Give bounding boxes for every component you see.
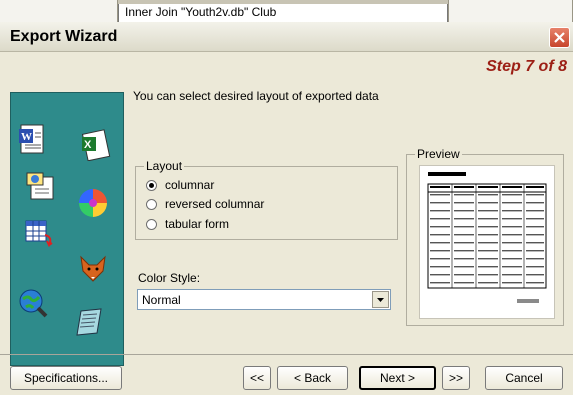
radio-button[interactable]: [146, 198, 157, 210]
radio-columnar[interactable]: columnar: [146, 177, 214, 193]
html-icon: [25, 171, 57, 203]
button-separator: [0, 354, 573, 355]
color-style-select[interactable]: Normal: [137, 289, 391, 310]
radio-button[interactable]: [146, 179, 157, 191]
chevron-down-icon: [377, 298, 384, 302]
layout-group: Layout columnar reversed columnar tabula…: [135, 159, 398, 240]
table-export-icon: [23, 217, 55, 249]
radio-label: columnar: [165, 178, 215, 192]
cancel-button[interactable]: Cancel: [485, 366, 563, 390]
radio-label: tabular form: [165, 217, 230, 231]
fox-icon: [77, 253, 109, 285]
search-globe-icon: [17, 287, 49, 319]
back-button[interactable]: < Back: [277, 366, 348, 390]
radio-tabular-form[interactable]: tabular form: [146, 216, 229, 232]
background-app: Inner Join "Youth2v.db" Club: [0, 0, 573, 26]
dropdown-button[interactable]: [372, 291, 389, 308]
first-step-button[interactable]: <<: [243, 366, 271, 390]
preview-group: Preview: [406, 147, 564, 326]
word-icon: W: [17, 123, 49, 155]
excel-icon: X: [79, 129, 111, 162]
notepad-icon: [73, 305, 105, 337]
next-button[interactable]: Next >: [359, 366, 436, 390]
background-cell: [0, 0, 118, 22]
background-cell: [448, 0, 573, 22]
window-title: Export Wizard: [10, 28, 118, 45]
radio-button[interactable]: [146, 218, 157, 230]
preview-table-graphic: [427, 172, 547, 303]
last-step-button[interactable]: >>: [442, 366, 470, 390]
layout-legend: Layout: [144, 159, 185, 173]
radio-reversed-columnar[interactable]: reversed columnar: [146, 196, 264, 212]
palette-icon: [77, 187, 109, 219]
close-icon: [554, 32, 565, 43]
specifications-button[interactable]: Specifications...: [10, 366, 122, 390]
title-bar: Export Wizard: [0, 22, 573, 52]
color-style-label: Color Style:: [138, 271, 201, 285]
close-button[interactable]: [549, 27, 570, 48]
preview-legend: Preview: [415, 147, 462, 161]
radio-label: reversed columnar: [165, 197, 265, 211]
step-indicator: Step 7 of 8: [486, 58, 567, 75]
sidebar-graphic: W X: [10, 92, 124, 366]
svg-text:W: W: [21, 131, 32, 143]
color-style-value: Normal: [142, 293, 181, 307]
preview-image: [419, 165, 555, 319]
intro-text: You can select desired layout of exporte…: [133, 89, 379, 103]
svg-text:X: X: [84, 139, 92, 151]
wizard-header: Step 7 of 8: [0, 52, 573, 84]
